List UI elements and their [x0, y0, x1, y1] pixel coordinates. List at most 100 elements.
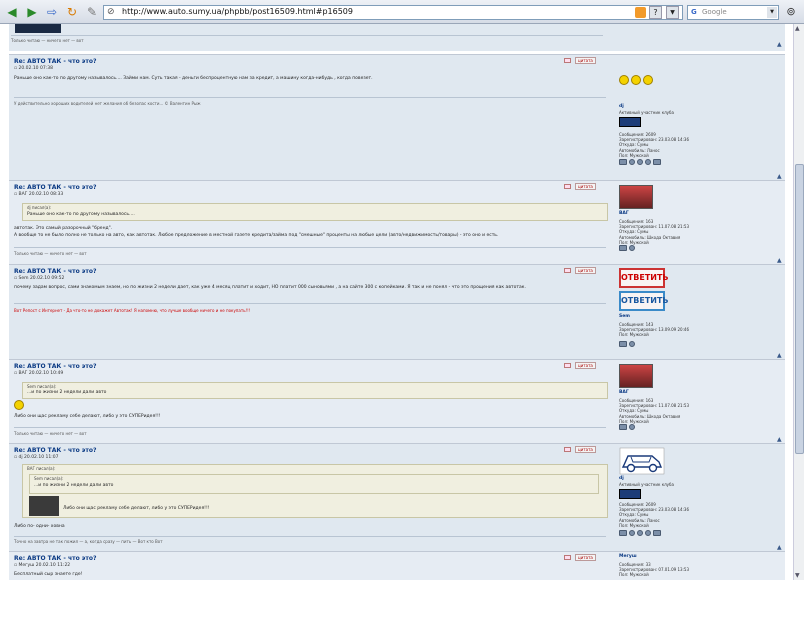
avatar — [619, 364, 653, 388]
quote-author: Sem писал(а): — [27, 384, 57, 389]
post-icon: ▫ — [14, 276, 18, 281]
icq-icon[interactable] — [653, 530, 661, 536]
author-panel: ВАГ Сообщения: 163 Зарегистрирован: 11.0… — [615, 181, 785, 264]
pm-icon[interactable] — [629, 424, 635, 430]
author-info: Сообщения: 143 Зарегистрирован: 13.09.09… — [619, 322, 689, 338]
author-name[interactable]: Мегуш — [619, 554, 637, 559]
quote-button[interactable]: цитата — [575, 446, 596, 453]
author-contact-icons — [619, 424, 637, 432]
profile-icon[interactable] — [619, 341, 627, 347]
author-name[interactable]: Sem — [619, 314, 630, 319]
author-rank: Активный участник клуба — [619, 482, 674, 487]
post-text-line: А вообще то не было полно не только на а… — [14, 233, 499, 238]
pm-icon[interactable] — [629, 341, 635, 347]
back-to-top-icon[interactable]: ▲ — [777, 257, 782, 264]
scroll-up-icon[interactable]: ▲ — [795, 25, 800, 32]
author-name[interactable]: dj — [619, 476, 624, 481]
post-actions: цитата — [564, 183, 596, 190]
author-name[interactable]: ВАГ — [619, 211, 629, 216]
scroll-down-icon[interactable]: ▼ — [795, 572, 800, 579]
report-icon[interactable] — [564, 184, 571, 189]
pm-icon[interactable] — [629, 245, 635, 251]
back-icon[interactable]: ◀ — [4, 4, 20, 20]
back-to-top-icon[interactable]: ▲ — [777, 352, 782, 359]
pen-icon[interactable]: ✎ — [84, 4, 100, 20]
binoculars-icon[interactable]: ⊚ — [783, 4, 799, 20]
author-name[interactable]: dj — [619, 104, 624, 109]
vertical-scrollbar[interactable]: ▲ ▼ — [793, 24, 804, 580]
profile-icon[interactable] — [619, 159, 627, 165]
post-meta: ▫ Sem 20.02.10 09:52 — [14, 276, 64, 281]
nested-quote-block: Sem писал(а): ...и по жизни 2 недели дал… — [29, 474, 599, 494]
author-name[interactable]: ВАГ — [619, 390, 629, 395]
quote-button[interactable]: цитата — [575, 362, 596, 369]
author-contact-icons — [619, 341, 637, 349]
profile-icon[interactable] — [619, 245, 627, 251]
help-icon[interactable]: ? — [649, 6, 662, 19]
author-gender: Пол: Мужской — [619, 572, 649, 578]
quote-author: ВАГ писал(а): — [27, 466, 56, 471]
pm-icon[interactable] — [629, 159, 635, 165]
email-icon[interactable] — [637, 530, 643, 536]
author-contact-icons — [619, 159, 663, 167]
smiley-icon — [14, 400, 24, 410]
profile-icon[interactable] — [619, 424, 627, 430]
forum-post: Re: АВТО ТАК - что это? ▫ dj 20.02.10 11… — [9, 443, 785, 551]
back-to-top-icon[interactable]: ▲ — [777, 41, 782, 48]
post-title[interactable]: Re: АВТО ТАК - что это? — [14, 447, 96, 454]
reload-icon[interactable]: ↻ — [64, 4, 80, 20]
quote-button[interactable]: цитата — [575, 267, 596, 274]
forum-post: Re: АВТО ТАК - что это? ▫ 20.02.10 07:38… — [9, 54, 785, 180]
report-icon[interactable] — [564, 363, 571, 368]
pm-icon[interactable] — [629, 530, 635, 536]
address-bar[interactable]: ⊘ http://www.auto.sumy.ua/phpbb/post1650… — [103, 5, 683, 20]
search-dropdown-icon[interactable]: ▼ — [767, 7, 777, 18]
post-icon: ▫ — [14, 192, 18, 197]
profile-icon[interactable] — [619, 530, 627, 536]
email-icon[interactable] — [637, 159, 643, 165]
home-icon[interactable]: ⇨ — [44, 4, 60, 20]
www-icon[interactable] — [645, 530, 651, 536]
quote-button[interactable]: цитата — [575, 57, 596, 64]
icq-icon[interactable] — [653, 159, 661, 165]
signature-text: У действительно хороших водителей нет же… — [14, 101, 201, 106]
post-title[interactable]: Re: АВТО ТАК - что это? — [14, 58, 96, 65]
post-actions: цитата — [564, 554, 596, 561]
post-fragment-top: Только читаю — ничего нет — вот ▲ — [9, 24, 785, 51]
post-meta: ▫ ВАГ 20.02.10 10:49 — [14, 371, 63, 376]
www-icon[interactable] — [645, 159, 651, 165]
dropdown-icon[interactable]: ▼ — [666, 6, 679, 19]
smiley-icon — [631, 75, 641, 85]
signature-text: Только читаю — ничего нет — вот — [14, 431, 87, 436]
rank-image — [619, 117, 641, 127]
browser-toolbar: ◀ ▶ ⇨ ↻ ✎ ⊘ http://www.auto.sumy.ua/phpb… — [0, 0, 804, 24]
post-title[interactable]: Re: АВТО ТАК - что это? — [14, 363, 96, 370]
empty-area — [0, 580, 804, 627]
post-icon: ▫ — [14, 66, 18, 71]
forum-post: Re: АВТО ТАК - что это? ▫ ВАГ 20.02.10 0… — [9, 180, 785, 264]
post-title[interactable]: Re: АВТО ТАК - что это? — [14, 184, 96, 191]
back-to-top-icon[interactable]: ▲ — [777, 544, 782, 551]
report-icon[interactable] — [564, 447, 571, 452]
signature-text: Только читаю — ничего нет — вот — [14, 251, 87, 256]
quote-button[interactable]: цитата — [575, 554, 596, 561]
search-input[interactable]: Google — [702, 8, 727, 16]
post-text-line: Раньше оно как-то по другому называлось.… — [14, 76, 373, 81]
report-icon[interactable] — [564, 268, 571, 273]
post-text-line: Либо по- одни- ховна — [14, 524, 65, 529]
smiley-icon — [619, 75, 629, 85]
back-to-top-icon[interactable]: ▲ — [777, 173, 782, 180]
post-title[interactable]: Re: АВТО ТАК - что это? — [14, 555, 96, 562]
quote-button[interactable]: цитата — [575, 183, 596, 190]
rss-icon[interactable] — [635, 7, 646, 18]
search-box[interactable]: G Google ▼ — [687, 5, 779, 20]
scrollbar-thumb[interactable] — [795, 164, 804, 454]
forward-icon[interactable]: ▶ — [24, 4, 40, 20]
author-info: Сообщения: 2609 Зарегистрирован: 23.03.0… — [619, 132, 689, 158]
post-meta: ▫ Мегуш 20.02.10 11:22 — [14, 563, 70, 568]
report-icon[interactable] — [564, 555, 571, 560]
post-title[interactable]: Re: АВТО ТАК - что это? — [14, 268, 96, 275]
back-to-top-icon[interactable]: ▲ — [777, 436, 782, 443]
forum-post: Re: АВТО ТАК - что это? ▫ ВАГ 20.02.10 1… — [9, 359, 785, 443]
report-icon[interactable] — [564, 58, 571, 63]
